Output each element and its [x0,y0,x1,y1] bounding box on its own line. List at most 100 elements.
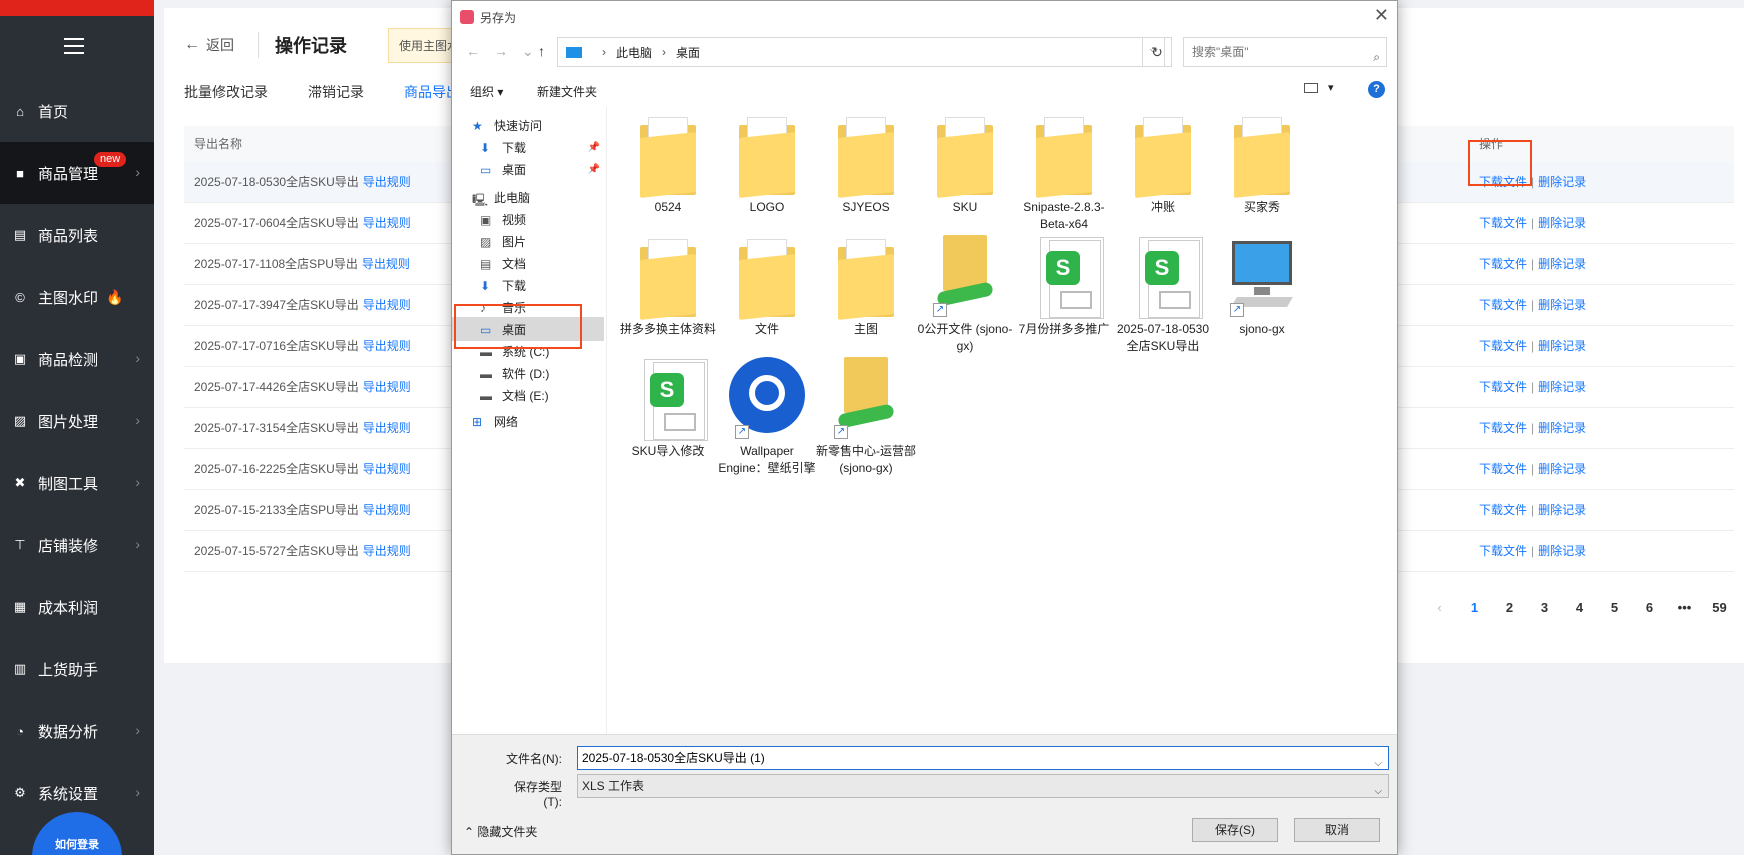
address-bar[interactable]: › 此电脑 › 桌面 ⌵ [557,37,1165,67]
file-item[interactable]: S SKU导入修改 [618,357,718,460]
file-item[interactable]: 拼多多换主体资料 [618,235,718,338]
delete-record-link[interactable]: 删除记录 [1538,380,1586,394]
delete-record-link[interactable]: 删除记录 [1538,216,1586,230]
download-file-link[interactable]: 下载文件 [1479,503,1527,517]
file-item[interactable]: ↗ Wallpaper Engine：壁纸引擎 [717,357,817,477]
page-number[interactable]: 3 [1527,600,1562,615]
delete-record-link[interactable]: 删除记录 [1538,462,1586,476]
delete-record-link[interactable]: 删除记录 [1538,503,1586,517]
download-file-link[interactable]: 下载文件 [1479,421,1527,435]
download-file-link[interactable]: 下载文件 [1479,462,1527,476]
export-rule-link[interactable]: 导出规则 [363,380,411,394]
chevron-down-icon[interactable]: ⌄ [522,43,534,60]
page-number[interactable]: 6 [1632,600,1667,615]
export-rule-link[interactable]: 导出规则 [363,462,411,476]
tree-item[interactable]: ⬇ 下载 📌 [452,135,604,159]
page-number[interactable]: 59 [1702,600,1737,615]
file-item[interactable]: S 2025-07-18-0530全店SKU导出 [1113,235,1213,355]
file-item[interactable]: 文件 [717,235,817,338]
close-icon[interactable]: ✕ [1374,5,1389,26]
help-icon[interactable]: ? [1368,81,1385,98]
breadcrumb-root[interactable]: 此电脑 [616,44,652,61]
download-file-link[interactable]: 下载文件 [1479,257,1527,271]
up-arrow-icon[interactable]: ↑ [538,43,545,59]
download-file-link[interactable]: 下载文件 [1479,380,1527,394]
file-item[interactable]: 买家秀 [1212,113,1312,216]
back-arrow-icon[interactable]: ← [466,43,480,59]
tree-item[interactable]: ▣ 视频 [452,207,604,231]
tree-item[interactable]: ▬ 软件 (D:) [452,361,604,385]
file-item[interactable]: SJYEOS [816,113,916,216]
hide-folders-toggle[interactable]: ⌃ 隐藏文件夹 [464,823,537,840]
delete-record-link[interactable]: 删除记录 [1538,298,1586,312]
organize-button[interactable]: 组织 ▾ [470,83,503,100]
file-item[interactable]: ↗ 0公开文件 (sjono-gx) [915,235,1015,355]
export-rule-link[interactable]: 导出规则 [362,257,410,271]
export-rule-link[interactable]: 导出规则 [363,503,411,517]
cancel-button[interactable]: 取消 [1294,818,1380,842]
filename-input[interactable] [582,750,1362,765]
search-icon[interactable]: ⌕ [1373,43,1380,71]
tab-0[interactable]: 批量修改记录 [184,82,268,102]
chevron-down-icon[interactable]: ▾ [1328,81,1334,94]
menu-toggle-icon[interactable] [64,38,84,56]
back-button[interactable]: ← 返回 [184,35,234,55]
export-rule-link[interactable]: 导出规则 [363,216,411,230]
breadcrumb-folder[interactable]: 桌面 [676,44,700,61]
file-item[interactable]: ↗ 新零售中心-运营部 (sjono-gx) [816,357,916,477]
tree-item[interactable]: ▨ 图片 [452,229,604,253]
tree-item[interactable]: ▬ 文档 (E:) [452,383,604,407]
tree-item[interactable]: ⬇ 下载 [452,273,604,297]
tree-item[interactable]: ★ 快速访问 [452,113,604,137]
search-box[interactable]: ⌕ [1183,37,1387,67]
file-item[interactable]: 主图 [816,235,916,338]
export-rule-link[interactable]: 导出规则 [363,298,411,312]
tree-item[interactable]: ▤ 文档 [452,251,604,275]
sidebar-item[interactable]: ⌂ 首页 [0,80,154,142]
view-icon[interactable] [1304,83,1318,93]
file-item[interactable]: 冲账 [1113,113,1213,216]
export-rule-link[interactable]: 导出规则 [363,339,411,353]
file-item[interactable]: Snipaste-2.8.3-Beta-x64 [1014,113,1114,233]
file-item[interactable]: 0524 [618,113,718,216]
export-rule-link[interactable]: 导出规则 [363,544,411,558]
page-number[interactable]: 4 [1562,600,1597,615]
page-number[interactable]: 1 [1457,600,1492,615]
file-item[interactable]: LOGO [717,113,817,216]
export-rule-link[interactable]: 导出规则 [363,421,411,435]
file-item[interactable]: ↗ sjono-gx [1212,235,1312,338]
delete-record-link[interactable]: 删除记录 [1538,257,1586,271]
refresh-icon[interactable]: ↻ [1142,37,1172,67]
sidebar-item[interactable]: ✖ 制图工具 › [0,452,154,514]
sidebar-item[interactable]: ▣ 商品检测 › [0,328,154,390]
new-folder-button[interactable]: 新建文件夹 [537,83,597,100]
export-rule-link[interactable]: 导出规则 [363,175,411,189]
tree-item[interactable]: 🖳 此电脑 [452,185,604,209]
sidebar-item[interactable]: ◔ 数据分析 › [0,700,154,762]
tree-item[interactable]: ▭ 桌面 📌 [452,157,604,181]
sidebar-item[interactable]: ▤ 商品列表 [0,204,154,266]
file-item[interactable]: SKU [915,113,1015,216]
tree-item[interactable]: ⊞ 网络 [452,409,604,433]
sidebar-item[interactable]: © 主图水印 🔥 [0,266,154,328]
page-number[interactable]: 5 [1597,600,1632,615]
forward-arrow-icon[interactable]: → [494,43,508,59]
sidebar-item[interactable]: ▨ 图片处理 › [0,390,154,452]
download-file-link[interactable]: 下载文件 [1479,216,1527,230]
download-file-link[interactable]: 下载文件 [1479,544,1527,558]
page-number[interactable]: 2 [1492,600,1527,615]
save-button[interactable]: 保存(S) [1192,818,1278,842]
delete-record-link[interactable]: 删除记录 [1538,544,1586,558]
sidebar-item[interactable]: ▦ 成本利润 [0,576,154,638]
page-number[interactable]: ••• [1667,600,1702,615]
download-file-link[interactable]: 下载文件 [1479,339,1527,353]
delete-record-link[interactable]: 删除记录 [1538,421,1586,435]
prev-page-icon[interactable]: ‹ [1422,600,1457,615]
delete-record-link[interactable]: 删除记录 [1538,339,1586,353]
sidebar-item[interactable]: ▥ 上货助手 [0,638,154,700]
chevron-down-icon[interactable]: ⌵ [1374,753,1382,775]
sidebar-item[interactable]: ⊤ 店铺装修 › [0,514,154,576]
download-file-link[interactable]: 下载文件 [1479,298,1527,312]
delete-record-link[interactable]: 删除记录 [1538,175,1586,189]
filetype-select[interactable]: XLS 工作表 ⌵ [577,774,1389,798]
